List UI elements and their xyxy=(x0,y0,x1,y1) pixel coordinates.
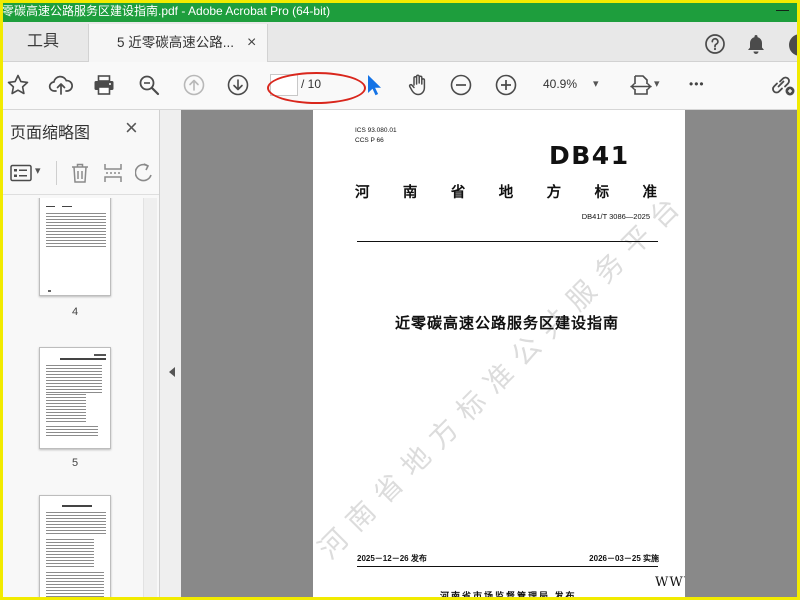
page-thumbnail[interactable] xyxy=(39,198,111,296)
standard-type: 河南省地方标准 xyxy=(355,185,657,201)
page-watermark: 河南省地方标准公共服务平台 xyxy=(313,183,685,566)
standard-code: DB41 xyxy=(549,141,630,170)
corner-watermark: WWW xyxy=(655,575,685,590)
panel-divider xyxy=(0,194,159,195)
ics-code: ICS 93.080.01 xyxy=(355,127,397,134)
thumbnail-label: 5 xyxy=(71,457,79,469)
toolbar-divider xyxy=(56,161,57,185)
zoom-in-icon[interactable] xyxy=(494,73,518,97)
page-thumbnail[interactable] xyxy=(39,347,111,449)
more-tools-button[interactable]: ••• xyxy=(689,77,705,91)
star-icon[interactable] xyxy=(6,73,30,97)
zoom-dropdown[interactable]: 40.9% ▾ xyxy=(534,73,610,97)
page-fit-icon[interactable] xyxy=(629,73,653,97)
thumbnail-label: 4 xyxy=(71,306,79,318)
panel-title: 页面缩略图 xyxy=(10,125,91,142)
help-icon[interactable] xyxy=(703,32,727,56)
bell-icon[interactable] xyxy=(744,32,768,56)
rotate-page-icon[interactable] xyxy=(135,162,153,184)
options-chevron-icon[interactable]: ▾ xyxy=(35,164,41,177)
annotation-ellipse xyxy=(267,72,366,104)
ccs-code: CCS P 66 xyxy=(355,137,384,144)
hand-tool-icon[interactable] xyxy=(406,73,430,97)
previous-page-icon[interactable] xyxy=(182,73,206,97)
toolbar xyxy=(0,62,800,110)
next-page-icon[interactable] xyxy=(226,73,250,97)
cloud-upload-icon[interactable] xyxy=(48,73,74,97)
issuer: 河南省市场监督管理局 发布 xyxy=(440,591,577,600)
issue-date: 2025－12－26 发布 xyxy=(357,554,427,563)
minimize-button[interactable]: — xyxy=(776,0,789,20)
share-link-icon[interactable] xyxy=(768,73,798,97)
title-bar: 零碳高速公路服务区建设指南.pdf - Adobe Acrobat Pro (6… xyxy=(0,0,800,22)
page-thumbnail[interactable] xyxy=(39,495,111,600)
options-icon[interactable] xyxy=(9,162,33,184)
window-title: 零碳高速公路服务区建设指南.pdf - Adobe Acrobat Pro (6… xyxy=(2,4,331,18)
panel-collapse-strip[interactable] xyxy=(160,110,181,600)
collapse-arrow-icon[interactable] xyxy=(169,367,175,377)
zoom-out-icon[interactable] xyxy=(449,73,473,97)
standard-number: DB41/T 3086—2025 xyxy=(581,212,650,221)
delete-page-icon[interactable] xyxy=(69,162,91,184)
header-rule xyxy=(357,241,658,242)
select-pointer-icon[interactable] xyxy=(362,73,386,97)
document-title: 近零碳高速公路服务区建设指南 xyxy=(395,315,620,332)
panel-close-button[interactable]: × xyxy=(125,116,138,140)
zoom-value: 40.9% xyxy=(543,77,578,91)
tab-document[interactable]: 5 近零碳高速公路... × xyxy=(88,24,268,62)
thumbnail-list: 4 5 xyxy=(0,198,143,600)
chevron-down-icon: ▾ xyxy=(593,78,599,90)
tab-tools[interactable]: 工具 xyxy=(3,22,83,62)
implement-date: 2026－03－25 实施 xyxy=(589,554,659,563)
panel-scrollbar[interactable] xyxy=(143,198,157,600)
print-icon[interactable] xyxy=(92,73,116,97)
tab-document-label: 5 近零碳高速公路... xyxy=(117,35,235,50)
insert-pages-icon[interactable] xyxy=(102,162,124,184)
tab-close-button[interactable]: × xyxy=(247,24,256,62)
footer-rule xyxy=(357,566,658,567)
page-fit-chevron-icon[interactable]: ▾ xyxy=(654,77,660,90)
search-zoom-out-icon[interactable] xyxy=(137,73,161,97)
pdf-page[interactable]: 河南省地方标准公共服务平台 ICS 93.080.01 CCS P 66 DB4… xyxy=(313,110,685,600)
